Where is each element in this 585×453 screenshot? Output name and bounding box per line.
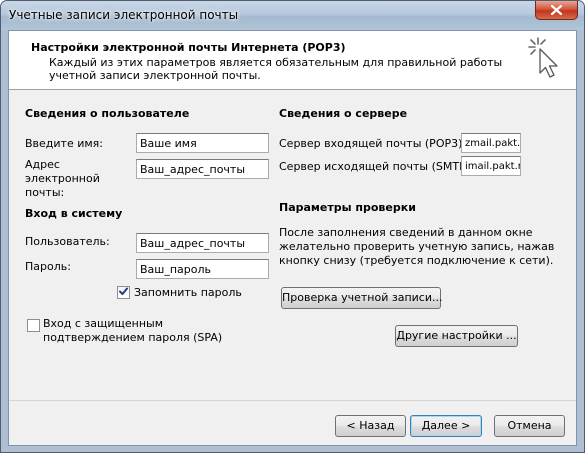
page-title: Настройки электронной почты Интернета (P… [31,41,346,54]
dialog-content: Настройки электронной почты Интернета (P… [8,30,577,446]
spa-label[interactable]: Вход с защищенным подтверждением пароля … [43,317,223,345]
outgoing-server-field[interactable]: imail.pakt.ru [461,156,521,176]
close-icon [551,5,562,15]
remember-password-label[interactable]: Запомнить пароль [134,286,242,299]
dialog-window: Учетные записи электронной почты Настрой… [0,0,585,453]
server-info-heading: Сведения о сервере [279,107,408,120]
next-button[interactable]: Далее > [410,415,482,437]
remember-password-checkbox[interactable] [117,286,130,299]
footer-divider [9,400,576,401]
cancel-button[interactable]: Отмена [494,415,565,437]
email-field[interactable]: Ваш_адрес_почты [136,159,269,179]
incoming-server-label: Сервер входящей почты (POP3): [279,137,467,150]
test-account-button[interactable]: Проверка учетной записи... [281,287,442,309]
test-description: После заполнения сведений в данном окне … [279,226,555,267]
user-info-heading: Сведения о пользователе [25,107,190,120]
password-label: Пароль: [25,260,71,273]
logon-heading: Вход в систему [25,207,123,220]
title-bar[interactable]: Учетные записи электронной почты [1,1,584,30]
outgoing-server-label: Сервер исходящей почты (SMTP): [279,160,474,173]
name-label: Введите имя: [25,137,103,150]
checkmark-icon [118,286,129,300]
spa-checkbox[interactable] [27,319,40,332]
window-title: Учетные записи электронной почты [9,8,239,22]
email-label: Адрес электронной почты: [25,158,100,199]
test-settings-heading: Параметры проверки [279,201,416,214]
back-button[interactable]: < Назад [335,415,406,437]
user-field[interactable]: Ваш_адрес_почты [136,233,269,253]
more-settings-button[interactable]: Другие настройки ... [395,325,518,347]
header-band: Настройки электронной почты Интернета (P… [9,31,576,90]
user-label: Пользователь: [25,235,110,248]
close-button[interactable] [535,1,578,20]
incoming-server-field[interactable]: zmail.pakt.ru [461,133,521,153]
name-field[interactable]: Ваше имя [136,133,269,153]
password-field[interactable]: Ваш_пароль [136,259,269,279]
page-description: Каждый из этих параметров является обяза… [49,56,503,82]
cursor-click-icon [526,35,562,82]
